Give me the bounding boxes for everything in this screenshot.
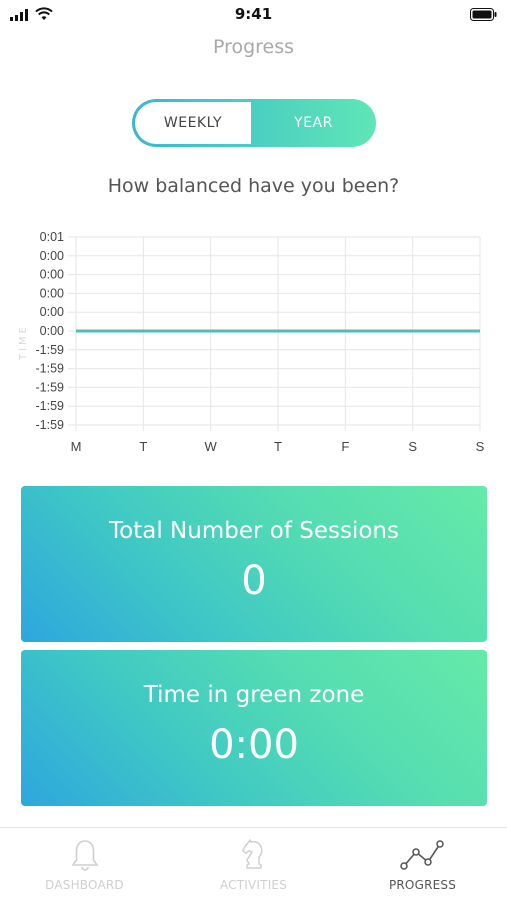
x-tick-label: W [205, 439, 218, 454]
chess-knight-icon [241, 839, 263, 869]
y-tick-label: -1:59 [36, 380, 65, 394]
tab-dashboard-label: DASHBOARD [45, 878, 124, 892]
y-tick-label: -1:59 [36, 418, 65, 432]
tab-bar: DASHBOARD ACTIVITIES PROGRESS [0, 827, 507, 901]
tab-dashboard[interactable]: DASHBOARD [0, 828, 169, 901]
y-tick-label: 0:00 [40, 268, 64, 282]
segment-year[interactable]: YEAR [251, 99, 376, 147]
status-time: 9:41 [234, 5, 273, 23]
green-zone-value: 0:00 [209, 722, 299, 768]
segment-weekly[interactable]: WEEKLY [135, 102, 251, 144]
x-tick-labels: MTWTFSS [71, 439, 485, 454]
green-zone-card: Time in green zone 0:00 [21, 650, 487, 806]
status-bar: 9:41 [0, 0, 507, 30]
x-tick-label: M [71, 439, 82, 454]
line-chart-icon [399, 840, 444, 870]
x-tick-label: S [476, 439, 485, 454]
green-zone-label: Time in green zone [143, 682, 365, 708]
y-tick-label: 0:00 [40, 286, 64, 300]
y-tick-label: 0:00 [40, 249, 64, 263]
x-tick-label: T [139, 439, 147, 454]
balance-chart: 0:01 0:00 0:00 0:00 0:00 0:00 -1:59 -1:59 -1:59 -… [18, 230, 485, 454]
chart-grid [68, 236, 481, 431]
chart-question: How balanced have you been? [107, 175, 400, 197]
sessions-label: Total Number of Sessions [109, 518, 399, 544]
battery-icon [470, 8, 497, 21]
tab-progress[interactable]: PROGRESS [338, 828, 507, 901]
x-tick-label: S [408, 439, 417, 454]
bell-icon [70, 840, 99, 871]
y-tick-label: -1:59 [36, 362, 65, 376]
tab-progress-label: PROGRESS [388, 878, 457, 892]
y-tick-label: 0:01 [40, 230, 64, 244]
y-tick-labels: 0:01 0:00 0:00 0:00 0:00 0:00 -1:59 -1:59 -1:59 -… [36, 230, 65, 432]
x-tick-label: F [341, 439, 349, 454]
sessions-value: 0 [241, 558, 267, 604]
period-segmented-control: WEEKLY YEAR [132, 99, 376, 147]
x-tick-label: T [274, 439, 282, 454]
sessions-card: Total Number of Sessions 0 [21, 486, 487, 642]
tab-activities-label: ACTIVITIES [219, 878, 288, 892]
y-tick-label: 0:00 [40, 305, 64, 319]
tab-activities[interactable]: ACTIVITIES [169, 828, 338, 901]
page-title: Progress [212, 36, 295, 58]
y-tick-label: -1:59 [36, 343, 65, 357]
y-tick-label: -1:59 [36, 399, 65, 413]
y-tick-label: 0:00 [40, 324, 64, 338]
y-axis-label: TIME [18, 324, 29, 361]
